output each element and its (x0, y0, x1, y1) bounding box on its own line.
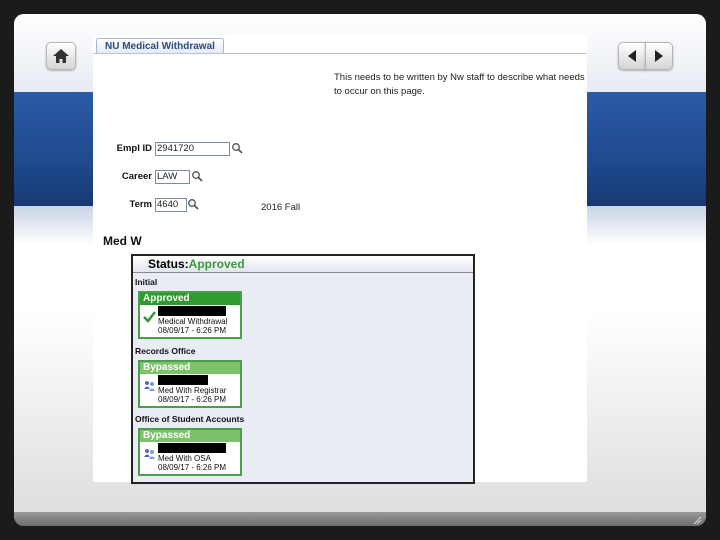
slide-frame: NU Medical Withdrawal This needs to be w… (14, 14, 706, 526)
users-icon (144, 381, 155, 391)
status-value: Approved (188, 257, 245, 271)
next-button[interactable] (645, 42, 673, 70)
status-label: Status: (148, 257, 189, 271)
section-title: Med W (103, 234, 142, 248)
career-label: Career (121, 171, 152, 182)
empl-id-label: Empl ID (116, 143, 152, 154)
status-header: Status:Approved (133, 256, 473, 273)
empl-id-lookup-icon[interactable] (231, 142, 243, 154)
term-input[interactable]: 4640 (155, 198, 187, 212)
page-description: This needs to be written by Nw staff to … (334, 71, 586, 99)
approval-card-records-office[interactable]: Bypassed Med With Registrar 08/09/17 - 6… (138, 360, 242, 408)
card-datetime: 08/09/17 - 6:26 PM (158, 395, 227, 404)
home-button[interactable] (46, 42, 76, 70)
approval-card-student-accounts[interactable]: Bypassed Med With OSA 08/09/17 - 6:26 PM (138, 428, 242, 476)
redacted-name (158, 306, 226, 316)
description-line-1: This needs to be written by Nw staff to … (334, 72, 585, 83)
approval-card-initial[interactable]: Approved Medical Withdrawal 08/09/17 - 6… (138, 291, 242, 339)
approval-status-panel: Status:Approved Initial Approved Medical… (131, 254, 475, 484)
peoplesoft-page: NU Medical Withdrawal This needs to be w… (93, 35, 587, 213)
term-label: Term (129, 199, 152, 210)
card-status: Bypassed (140, 362, 240, 374)
card-datetime: 08/09/17 - 6:26 PM (158, 326, 227, 335)
bottom-bar (14, 512, 706, 526)
term-lookup-icon[interactable] (187, 198, 199, 210)
career-lookup-icon[interactable] (191, 170, 203, 182)
tab-divider (93, 53, 587, 54)
card-step: Med With Registrar (158, 386, 227, 395)
workflow-section: Med W Status:Approved Initial Approved M… (93, 212, 587, 484)
stage-initial-label: Initial (135, 277, 158, 287)
arrow-right-icon (655, 50, 663, 62)
empl-id-input[interactable]: 2941720 (155, 142, 230, 156)
career-input[interactable]: LAW (155, 170, 190, 184)
description-line-2: to occur on this page. (334, 86, 425, 97)
card-step: Medical Withdrawal (158, 317, 228, 326)
home-icon (53, 49, 69, 63)
tab-nu-medical-withdrawal[interactable]: NU Medical Withdrawal (96, 38, 224, 54)
card-status: Approved (140, 293, 240, 305)
card-status: Bypassed (140, 430, 240, 442)
arrow-left-icon (628, 50, 636, 62)
resize-grip-icon (693, 516, 702, 525)
users-icon (144, 449, 155, 459)
stage-records-office-label: Records Office (135, 346, 196, 356)
stage-student-accounts-label: Office of Student Accounts (135, 414, 245, 424)
card-step: Med With OSA (158, 454, 211, 463)
redacted-name (158, 375, 208, 385)
redacted-name (158, 443, 226, 453)
card-datetime: 08/09/17 - 6:26 PM (158, 463, 227, 472)
previous-button[interactable] (618, 42, 646, 70)
checkmark-icon (143, 311, 156, 323)
